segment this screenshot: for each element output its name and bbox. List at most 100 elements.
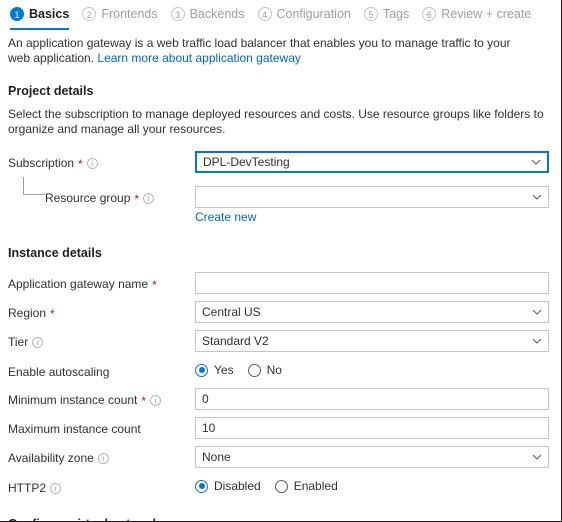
availability-zone-value: None xyxy=(202,450,231,464)
max-instance-label-group: Maximum instance count xyxy=(8,417,195,436)
tab-frontends[interactable]: 2 Frontends xyxy=(80,4,168,30)
region-row: Region * Central US xyxy=(0,301,561,323)
info-icon[interactable]: i xyxy=(150,394,162,406)
tab-backends[interactable]: 3 Backends xyxy=(169,4,256,30)
subscription-label: Subscription xyxy=(8,156,75,170)
tab-basics[interactable]: 1 Basics xyxy=(8,4,80,30)
tab-review-create-label: Review + create xyxy=(441,7,532,21)
wizard-tabs: 1 Basics 2 Frontends 3 Backends 4 Config… xyxy=(0,0,561,30)
min-instance-label-group: Minimum instance count * i xyxy=(8,388,195,407)
create-new-wrapper: Create new xyxy=(195,208,535,224)
tab-backends-number: 3 xyxy=(170,7,185,21)
region-label: Region xyxy=(8,306,47,320)
autoscaling-label-group: Enable autoscaling xyxy=(8,360,195,379)
max-instance-label: Maximum instance count xyxy=(8,422,141,436)
radio-unselected-icon xyxy=(247,363,261,377)
tab-tags-label: Tags xyxy=(382,7,410,21)
tab-configuration-label: Configuration xyxy=(276,7,351,21)
region-select[interactable]: Central US xyxy=(195,301,549,323)
http2-control: Disabled Enabled xyxy=(195,476,549,493)
region-control: Central US xyxy=(195,301,549,323)
tier-label: Tier xyxy=(8,335,29,349)
chevron-down-icon xyxy=(531,157,541,166)
tab-configuration[interactable]: 4 Configuration xyxy=(256,4,362,30)
region-label-group: Region * xyxy=(8,301,195,320)
availability-zone-label: Availability zone xyxy=(8,451,94,465)
tab-review-create-number: 6 xyxy=(422,7,437,21)
info-icon[interactable]: i xyxy=(143,192,155,204)
subscription-value: DPL-DevTesting xyxy=(203,155,290,169)
chevron-down-icon xyxy=(532,307,542,316)
radio-unselected-icon xyxy=(274,479,288,493)
tab-tags[interactable]: 5 Tags xyxy=(362,4,420,30)
http2-enabled-label: Enabled xyxy=(293,479,338,493)
resource-group-required-marker: * xyxy=(134,192,140,206)
tier-select[interactable]: Standard V2 xyxy=(195,330,549,352)
tab-review-create[interactable]: 6 Review + create xyxy=(420,4,542,30)
tier-label-group: Tier i xyxy=(8,330,195,349)
subscription-row: Subscription * i DPL-DevTesting xyxy=(0,151,561,173)
tab-backends-label: Backends xyxy=(189,7,245,21)
max-instance-value: 10 xyxy=(202,421,216,435)
autoscaling-control: Yes No xyxy=(195,360,549,377)
subscription-label-group: Subscription * i xyxy=(8,151,195,170)
chevron-down-icon xyxy=(532,452,542,461)
tab-configuration-number: 4 xyxy=(257,7,272,21)
gateway-name-control xyxy=(195,272,549,294)
intro-text: An application gateway is a web traffic … xyxy=(0,30,548,66)
virtual-network-heading: Configure virtual network xyxy=(0,517,561,521)
region-value: Central US xyxy=(202,305,261,319)
subscription-required-marker: * xyxy=(78,157,83,171)
http2-radio-enabled[interactable]: Enabled xyxy=(274,479,338,493)
tier-control: Standard V2 xyxy=(195,330,549,352)
autoscaling-row: Enable autoscaling Yes No xyxy=(0,360,561,379)
min-instance-input[interactable]: 0 xyxy=(195,388,549,410)
chevron-down-icon xyxy=(532,336,542,345)
gateway-name-required-marker: * xyxy=(152,278,157,292)
tab-basics-label: Basics xyxy=(29,7,70,21)
resource-group-control: Create new xyxy=(195,186,549,224)
tree-connector xyxy=(23,177,45,195)
autoscaling-label: Enable autoscaling xyxy=(8,365,110,379)
availability-zone-row: Availability zone i None xyxy=(0,446,561,468)
create-application-gateway-panel: 1 Basics 2 Frontends 3 Backends 4 Config… xyxy=(0,0,562,522)
min-instance-row: Minimum instance count * i 0 xyxy=(0,388,561,410)
gateway-name-input[interactable] xyxy=(195,272,549,294)
autoscaling-no-label: No xyxy=(266,363,282,377)
http2-row: HTTP2 i Disabled Enabled xyxy=(0,476,561,495)
tier-value: Standard V2 xyxy=(202,334,269,348)
learn-more-link[interactable]: Learn more about application gateway xyxy=(97,51,300,65)
autoscaling-radio-yes[interactable]: Yes xyxy=(195,363,234,377)
chevron-down-icon xyxy=(532,192,542,201)
project-details-heading: Project details xyxy=(8,84,94,98)
tab-active-underline xyxy=(10,28,70,30)
info-icon[interactable]: i xyxy=(97,452,109,464)
http2-disabled-label: Disabled xyxy=(214,479,261,493)
availability-zone-select[interactable]: None xyxy=(195,446,549,468)
availability-zone-label-group: Availability zone i xyxy=(8,446,195,465)
info-icon[interactable]: i xyxy=(32,336,44,348)
radio-selected-icon xyxy=(195,363,208,377)
tier-row: Tier i Standard V2 xyxy=(0,330,561,352)
min-instance-label: Minimum instance count xyxy=(8,393,138,407)
http2-radio-group: Disabled Enabled xyxy=(195,476,535,493)
max-instance-input[interactable]: 10 xyxy=(195,417,549,439)
resource-group-label: Resource group xyxy=(45,191,131,205)
min-instance-required-marker: * xyxy=(141,394,147,408)
tab-frontends-number: 2 xyxy=(82,7,97,21)
autoscaling-radio-no[interactable]: No xyxy=(247,363,282,377)
tab-tags-number: 5 xyxy=(363,7,378,21)
availability-zone-control: None xyxy=(195,446,549,468)
tab-frontends-label: Frontends xyxy=(101,7,158,21)
http2-radio-disabled[interactable]: Disabled xyxy=(195,479,261,493)
http2-label-group: HTTP2 i xyxy=(8,476,195,495)
subscription-control: DPL-DevTesting xyxy=(195,151,549,173)
autoscaling-radio-group: Yes No xyxy=(195,360,535,377)
create-new-link[interactable]: Create new xyxy=(195,210,256,224)
info-icon[interactable]: i xyxy=(50,482,62,494)
autoscaling-yes-label: Yes xyxy=(214,363,234,377)
info-icon[interactable]: i xyxy=(86,157,98,169)
resource-group-select[interactable] xyxy=(195,186,549,208)
subscription-select[interactable]: DPL-DevTesting xyxy=(195,151,549,173)
min-instance-value: 0 xyxy=(202,392,209,406)
